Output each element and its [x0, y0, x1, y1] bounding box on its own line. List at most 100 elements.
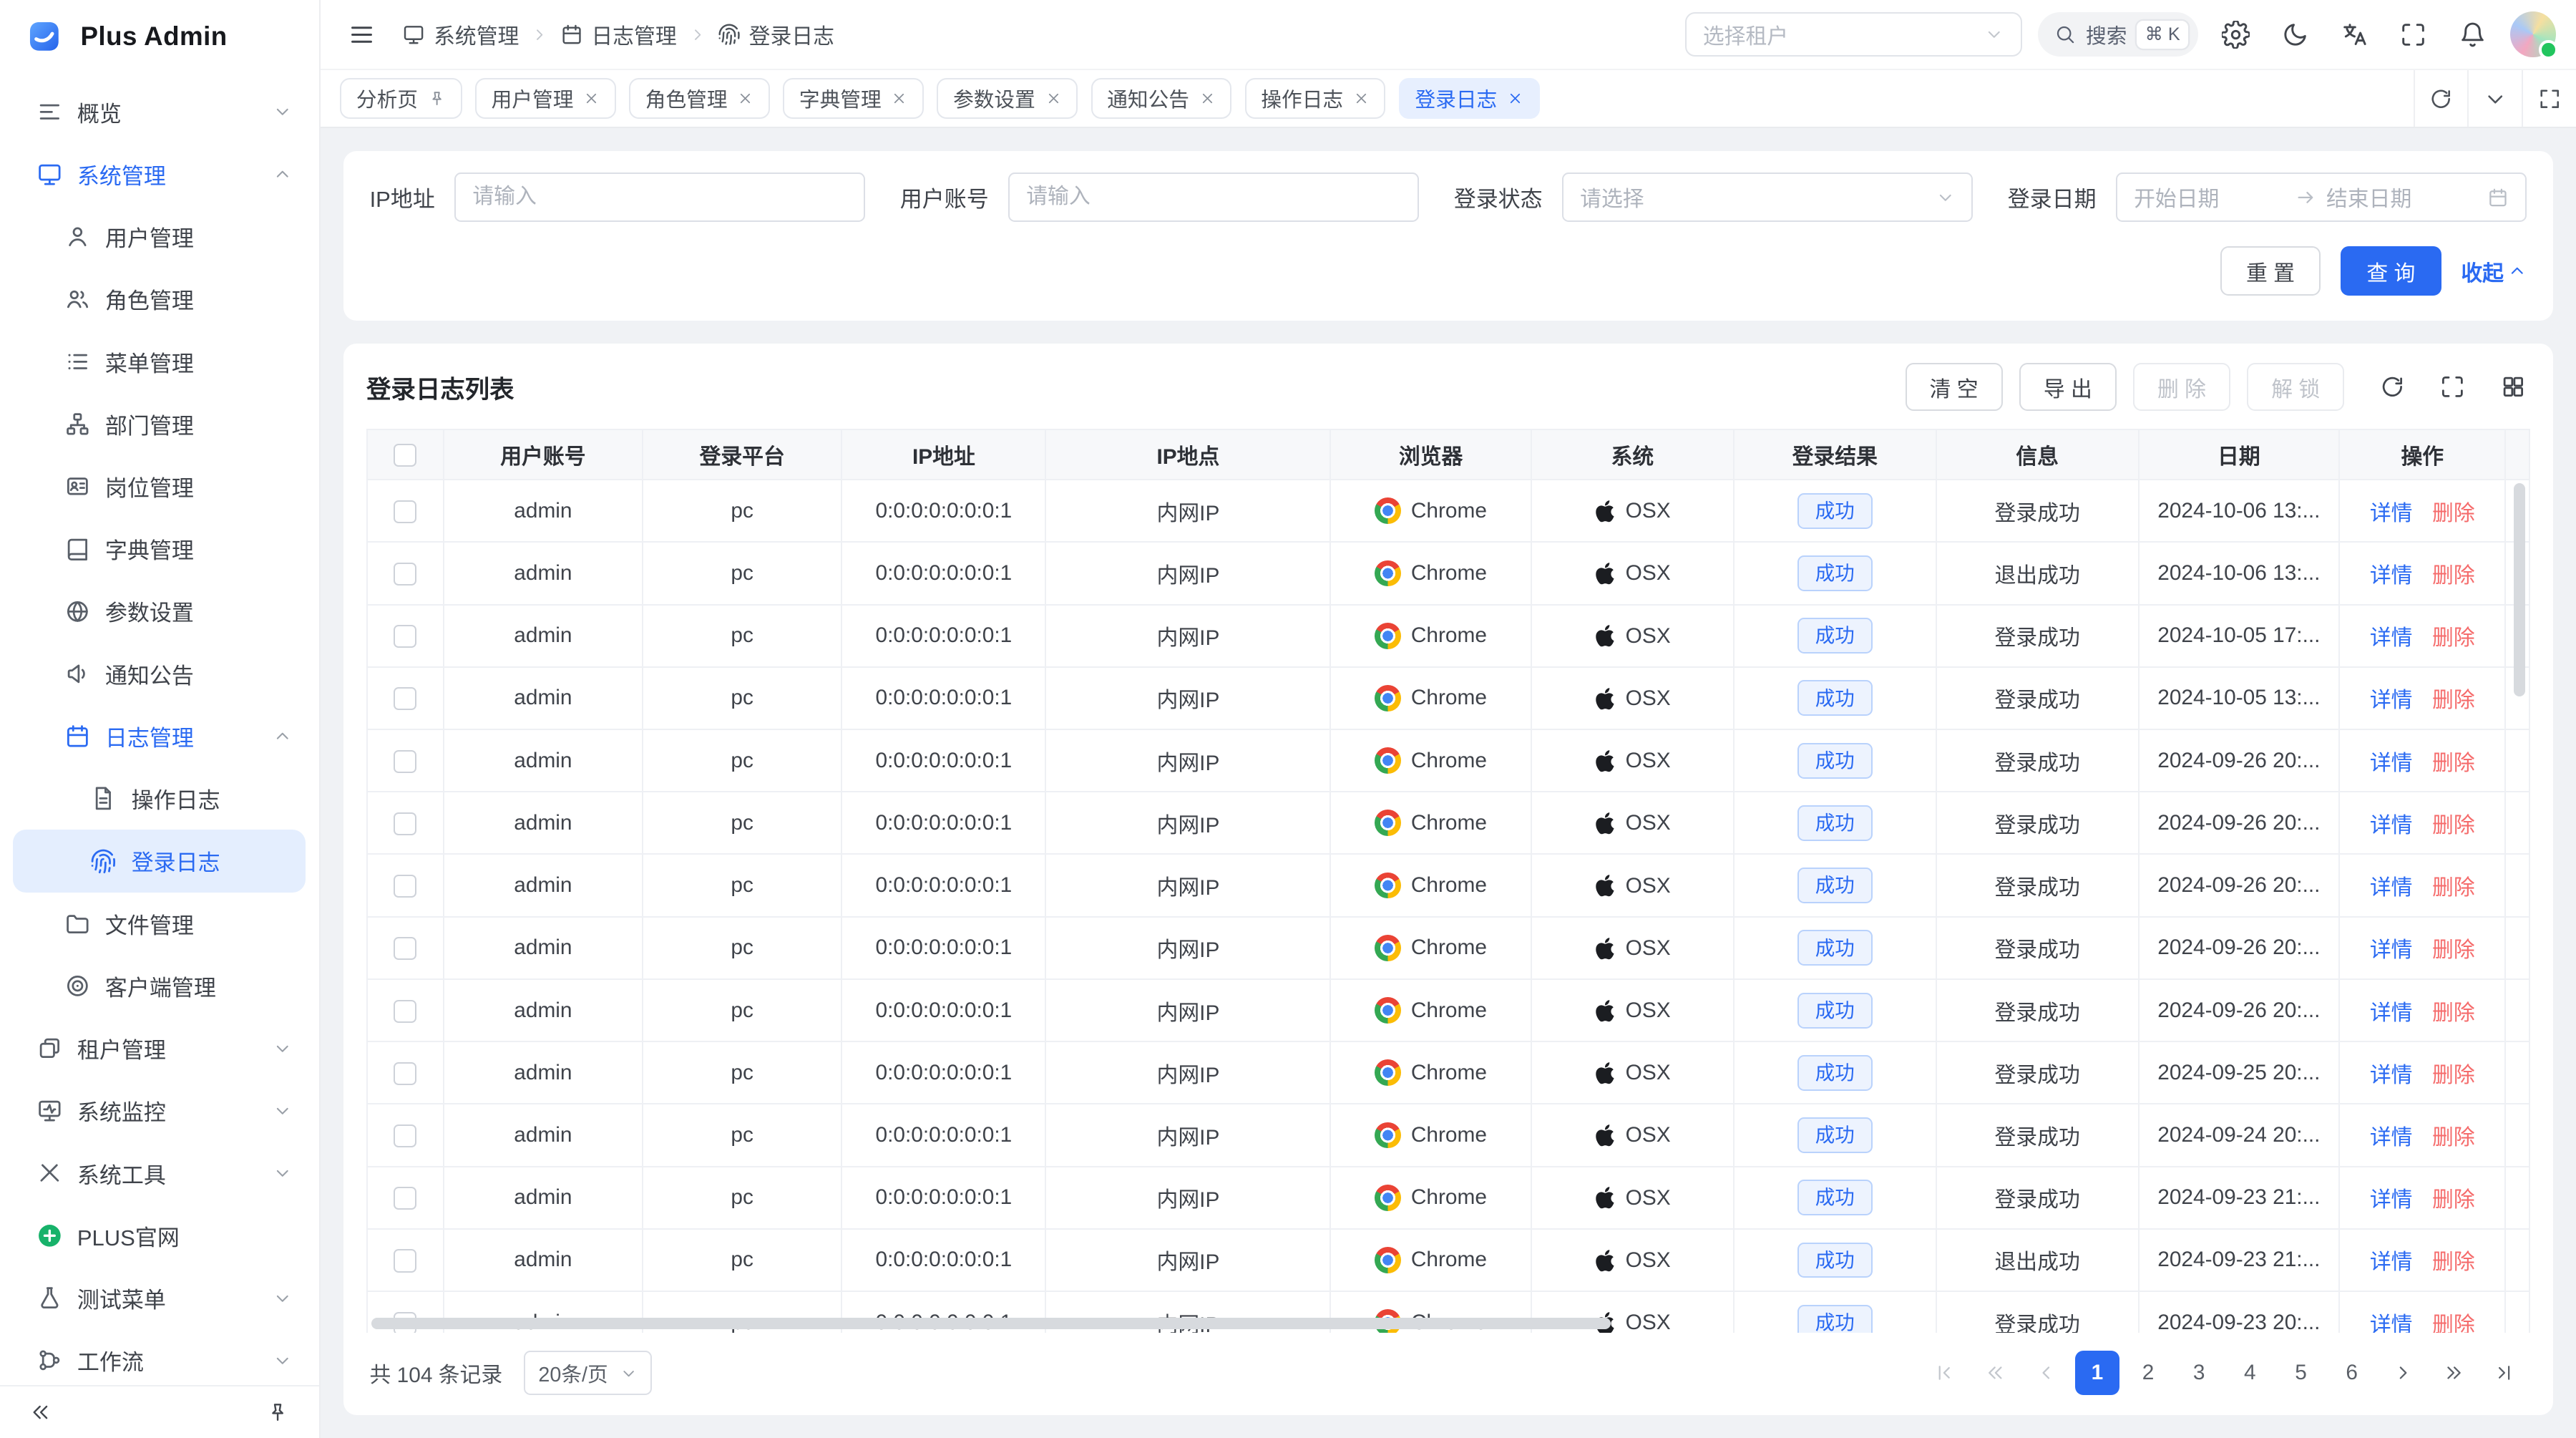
- hamburger-menu-icon[interactable]: [340, 13, 383, 56]
- sidebar-item-tenant-management[interactable]: 租户管理: [13, 1017, 306, 1079]
- detail-link[interactable]: 详情: [2370, 814, 2413, 837]
- settings-gear-icon[interactable]: [2215, 13, 2258, 56]
- delete-link[interactable]: 删除: [2432, 1126, 2475, 1150]
- row-checkbox[interactable]: [394, 1249, 416, 1272]
- row-checkbox[interactable]: [394, 625, 416, 648]
- sidebar-item-system-monitor[interactable]: 系统监控: [13, 1079, 306, 1142]
- refresh-tab-button[interactable]: [2414, 70, 2468, 127]
- column-header[interactable]: IP地址: [841, 430, 1045, 480]
- delete-link[interactable]: 删除: [2432, 689, 2475, 712]
- delete-link[interactable]: 删除: [2432, 1188, 2475, 1212]
- delete-link[interactable]: 删除: [2432, 1250, 2475, 1274]
- detail-link[interactable]: 详情: [2370, 502, 2413, 525]
- tab-close-icon[interactable]: [891, 90, 907, 107]
- sidebar-item-notice[interactable]: 通知公告: [13, 643, 306, 705]
- delete-link[interactable]: 删除: [2432, 502, 2475, 525]
- row-checkbox[interactable]: [394, 750, 416, 773]
- maximize-content-button[interactable]: [2522, 70, 2576, 127]
- app-logo[interactable]: Plus Admin: [0, 0, 319, 72]
- breadcrumb-item[interactable]: 系统管理: [402, 19, 519, 50]
- row-checkbox[interactable]: [394, 687, 416, 710]
- next-page-button[interactable]: [2381, 1351, 2425, 1395]
- sidebar-item-test-menu[interactable]: 测试菜单: [13, 1267, 306, 1329]
- row-checkbox[interactable]: [394, 1062, 416, 1085]
- delete-link[interactable]: 删除: [2432, 876, 2475, 900]
- sidebar-item-log-management[interactable]: 日志管理: [13, 705, 306, 767]
- column-header[interactable]: 操作: [2339, 430, 2505, 480]
- page-2-button[interactable]: 2: [2126, 1351, 2170, 1395]
- delete-link[interactable]: 删除: [2432, 1001, 2475, 1025]
- detail-link[interactable]: 详情: [2370, 752, 2413, 775]
- column-header[interactable]: 浏览器: [1330, 430, 1531, 480]
- vertical-scrollbar-thumb[interactable]: [2514, 483, 2525, 696]
- sidebar-item-plus-website[interactable]: PLUS官网: [13, 1205, 306, 1267]
- fullscreen-icon[interactable]: [2392, 13, 2435, 56]
- row-checkbox[interactable]: [394, 875, 416, 898]
- sidebar-item-system-tools[interactable]: 系统工具: [13, 1142, 306, 1204]
- page-4-button[interactable]: 4: [2228, 1351, 2272, 1395]
- status-select[interactable]: 请选择: [1562, 173, 1973, 222]
- sidebar-item-post-management[interactable]: 岗位管理: [13, 455, 306, 518]
- tab-dict-management[interactable]: 字典管理: [783, 78, 924, 119]
- tab-close-icon[interactable]: [737, 90, 753, 107]
- horizontal-scrollbar-thumb[interactable]: [371, 1318, 1611, 1329]
- query-button[interactable]: 查 询: [2341, 246, 2441, 296]
- column-header[interactable]: 登录平台: [643, 430, 841, 480]
- export-button[interactable]: 导 出: [2019, 363, 2117, 411]
- sidebar-collapse-button[interactable]: [20, 1391, 63, 1434]
- column-header[interactable]: IP地点: [1045, 430, 1330, 480]
- detail-link[interactable]: 详情: [2370, 876, 2413, 900]
- tab-close-icon[interactable]: [1045, 90, 1062, 107]
- ip-input[interactable]: [454, 173, 865, 222]
- page-3-button[interactable]: 3: [2177, 1351, 2221, 1395]
- row-checkbox[interactable]: [394, 563, 416, 586]
- row-checkbox[interactable]: [394, 812, 416, 835]
- detail-link[interactable]: 详情: [2370, 564, 2413, 588]
- delete-link[interactable]: 删除: [2432, 938, 2475, 962]
- detail-link[interactable]: 详情: [2370, 1188, 2413, 1212]
- row-checkbox[interactable]: [394, 937, 416, 960]
- sidebar-item-operation-log[interactable]: 操作日志: [13, 767, 306, 830]
- select-all-checkbox[interactable]: [394, 444, 416, 467]
- last-page-button[interactable]: [2482, 1351, 2527, 1395]
- sidebar-item-role-management[interactable]: 角色管理: [13, 268, 306, 330]
- column-header[interactable]: 系统: [1531, 430, 1734, 480]
- delete-link[interactable]: 删除: [2432, 752, 2475, 775]
- page-6-button[interactable]: 6: [2330, 1351, 2374, 1395]
- page-5-button[interactable]: 5: [2279, 1351, 2323, 1395]
- prev-group-button[interactable]: [1974, 1351, 2018, 1395]
- tab-login-log[interactable]: 登录日志: [1399, 78, 1540, 119]
- detail-link[interactable]: 详情: [2370, 689, 2413, 712]
- date-range-picker[interactable]: 开始日期 结束日期: [2116, 173, 2527, 222]
- table-fullscreen-button[interactable]: [2436, 371, 2469, 404]
- tenant-select[interactable]: 选择租户: [1685, 12, 2022, 57]
- detail-link[interactable]: 详情: [2370, 1001, 2413, 1025]
- sidebar-item-dept-management[interactable]: 部门管理: [13, 393, 306, 455]
- reset-button[interactable]: 重 置: [2220, 246, 2321, 296]
- sidebar-item-overview[interactable]: 概览: [13, 80, 306, 142]
- row-checkbox[interactable]: [394, 1000, 416, 1023]
- horizontal-scrollbar[interactable]: [371, 1318, 2509, 1329]
- tab-close-icon[interactable]: [1507, 90, 1523, 107]
- translate-icon[interactable]: [2333, 13, 2376, 56]
- row-checkbox[interactable]: [394, 500, 416, 523]
- collapse-filters-link[interactable]: 收起: [2461, 256, 2527, 287]
- next-group-button[interactable]: [2431, 1351, 2476, 1395]
- tab-operation-log[interactable]: 操作日志: [1245, 78, 1386, 119]
- vertical-scrollbar[interactable]: [2514, 483, 2525, 696]
- detail-link[interactable]: 详情: [2370, 938, 2413, 962]
- detail-link[interactable]: 详情: [2370, 1250, 2413, 1274]
- clear-button[interactable]: 清 空: [1906, 363, 2003, 411]
- column-header[interactable]: 登录结果: [1734, 430, 1936, 480]
- sidebar-item-dict-management[interactable]: 字典管理: [13, 518, 306, 580]
- page-size-select[interactable]: 20条/页: [524, 1351, 652, 1395]
- sidebar-item-user-management[interactable]: 用户管理: [13, 205, 306, 268]
- unlock-button[interactable]: 解 锁: [2247, 363, 2344, 411]
- dark-mode-moon-icon[interactable]: [2274, 13, 2317, 56]
- detail-link[interactable]: 详情: [2370, 1064, 2413, 1087]
- delete-link[interactable]: 删除: [2432, 564, 2475, 588]
- column-header[interactable]: 信息: [1936, 430, 2139, 480]
- row-checkbox[interactable]: [394, 1124, 416, 1147]
- breadcrumb-item[interactable]: 日志管理: [560, 19, 677, 50]
- tab-notice[interactable]: 通知公告: [1091, 78, 1232, 119]
